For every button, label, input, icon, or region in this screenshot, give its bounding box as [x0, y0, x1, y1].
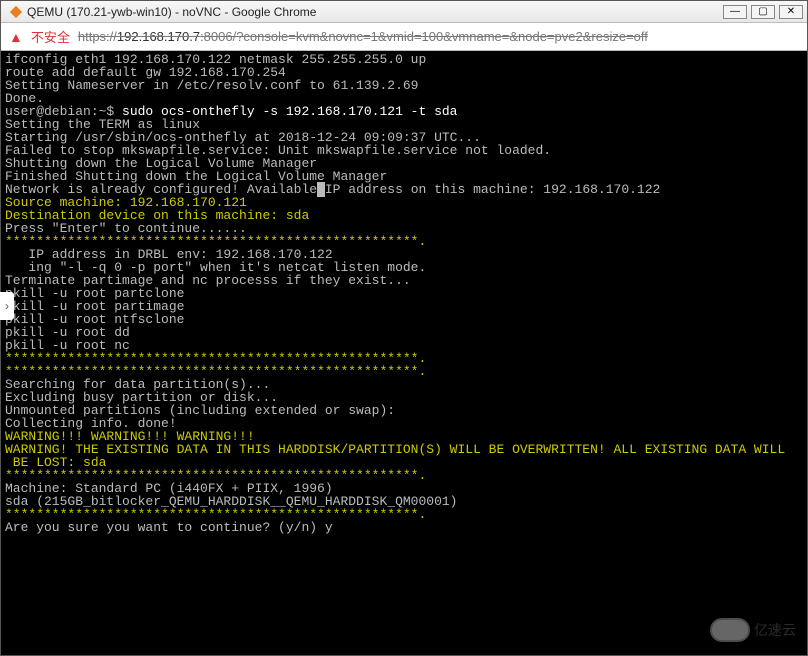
window-buttons: — ▢ ✕	[723, 5, 803, 19]
window-icon	[9, 5, 23, 19]
url-scheme: https://	[78, 29, 117, 44]
terminal-line: WARNING! THE EXISTING DATA IN THIS HARDD…	[5, 443, 803, 456]
terminal-output[interactable]: ifconfig eth1 192.168.170.122 netmask 25…	[1, 51, 807, 655]
url-host: 192.168.170.7	[117, 29, 200, 44]
insecure-label: 不安全	[31, 27, 70, 46]
watermark-text: 亿速云	[754, 620, 796, 640]
watermark: 亿速云	[710, 612, 800, 648]
terminal-line: Setting Nameserver in /etc/resolv.conf t…	[5, 79, 803, 92]
browser-window: QEMU (170.21-ywb-win10) - noVNC - Google…	[0, 0, 808, 656]
close-button[interactable]: ✕	[779, 5, 803, 19]
maximize-button[interactable]: ▢	[751, 5, 775, 19]
titlebar[interactable]: QEMU (170.21-ywb-win10) - noVNC - Google…	[1, 1, 807, 23]
url-path: :8006/?console=kvm&novnc=1&vmid=100&vmna…	[200, 29, 648, 44]
cloud-icon	[710, 618, 750, 642]
address-bar[interactable]: ▲ 不安全 https://192.168.170.7:8006/?consol…	[1, 23, 807, 51]
novnc-side-tab[interactable]: ›	[0, 292, 14, 320]
warning-icon: ▲	[9, 29, 23, 45]
url-text[interactable]: https://192.168.170.7:8006/?console=kvm&…	[78, 29, 648, 44]
terminal-line: Are you sure you want to continue? (y/n)…	[5, 521, 803, 534]
minimize-button[interactable]: —	[723, 5, 747, 19]
window-title: QEMU (170.21-ywb-win10) - noVNC - Google…	[27, 5, 723, 19]
